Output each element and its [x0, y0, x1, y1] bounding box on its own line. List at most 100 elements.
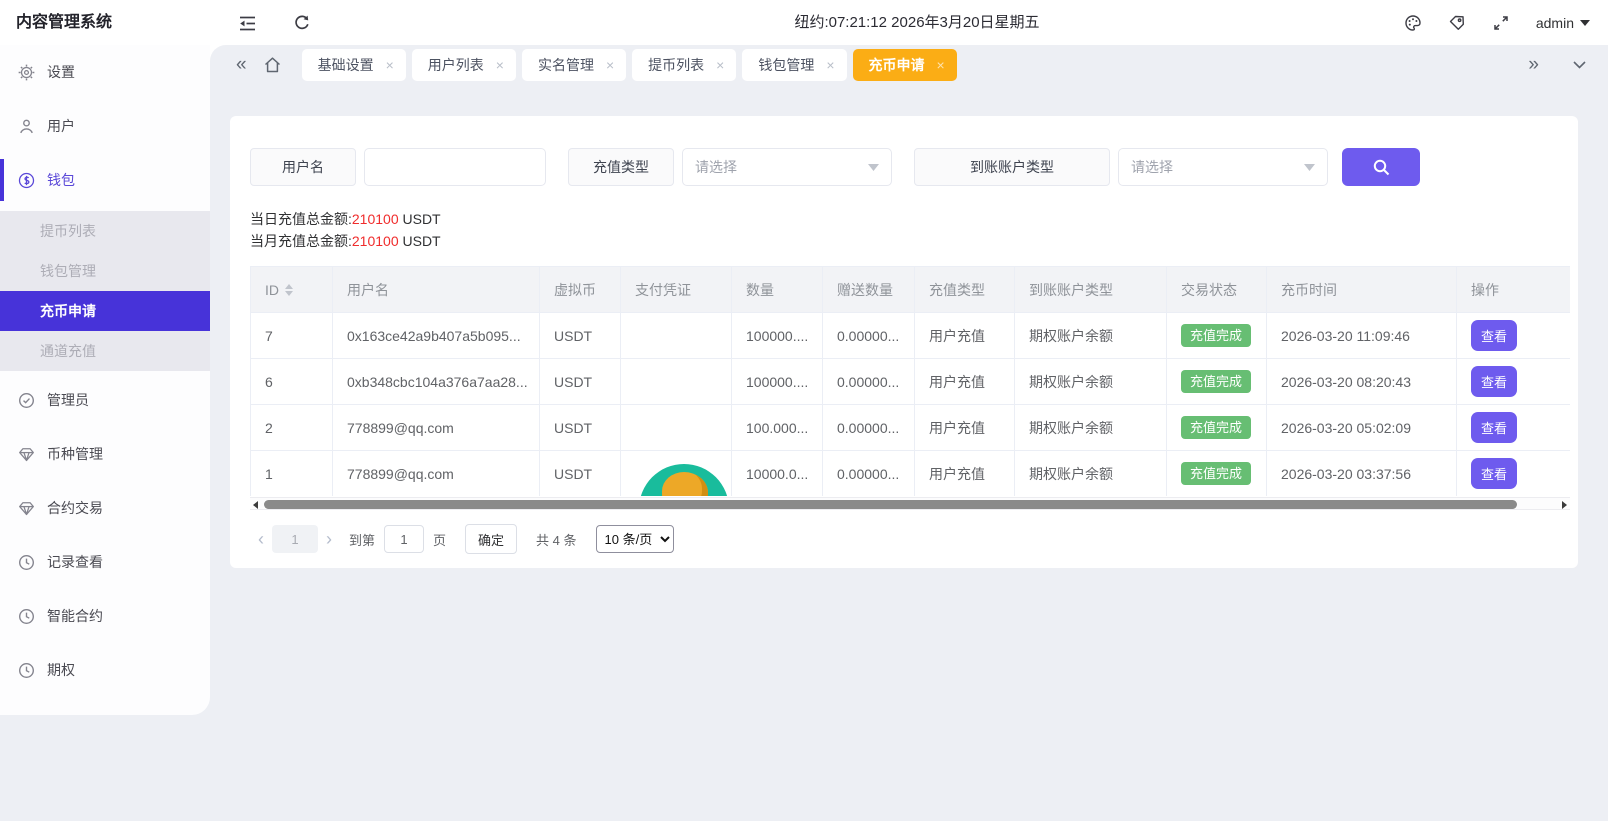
view-button[interactable]: 查看 [1471, 412, 1517, 443]
caret-down-icon [1304, 164, 1315, 171]
gear-icon [18, 64, 35, 81]
username-label: 用户名 [250, 148, 356, 186]
daily-total: 当日充值总金额:210100 USDT [250, 208, 1558, 230]
badge-check-icon [18, 392, 35, 409]
sidebar: 设置 用户 钱包 提币列表 钱包管理 充币申请 通道充值 管理员 [0, 45, 210, 715]
tab-basic-settings[interactable]: 基础设置 × [302, 49, 406, 81]
table-row: 6 0xb348cbc104a376a7aa28... USDT 100000.… [251, 359, 1571, 405]
current-page[interactable]: 1 [272, 525, 318, 553]
tab-wallet-manage[interactable]: 钱包管理 × [742, 49, 846, 81]
tabs-scroll-right-icon[interactable]: » [1522, 49, 1545, 81]
user-name: admin [1536, 15, 1574, 31]
tab-deposit-apply[interactable]: 充币申请 × [853, 49, 957, 81]
recharge-type-label: 充值类型 [568, 148, 674, 186]
col-username: 用户名 [333, 267, 540, 313]
close-icon[interactable]: × [716, 58, 724, 72]
view-button[interactable]: 查看 [1471, 458, 1517, 489]
home-icon[interactable] [253, 56, 292, 74]
app-title: 内容管理系统 [16, 0, 112, 45]
horizontal-scrollbar[interactable] [250, 497, 1570, 510]
prev-page-icon[interactable]: ‹ [250, 529, 272, 550]
clock-icon [18, 608, 35, 625]
sidebar-subitem-withdraw-list[interactable]: 提币列表 [0, 211, 210, 251]
goto-suffix: 页 [433, 530, 446, 549]
palette-icon[interactable] [1404, 14, 1422, 32]
sidebar-item-options[interactable]: 期权 [0, 643, 210, 697]
page-size-select[interactable]: 10 条/页 [596, 525, 674, 553]
account-type-label: 到账账户类型 [914, 148, 1110, 186]
tabbar: « 基础设置 × 用户列表 × 实名管理 × 提币列表 × 钱包管理 × 充币申… [230, 49, 1592, 81]
sidebar-item-record-view[interactable]: 记录查看 [0, 535, 210, 589]
sidebar-item-label: 设置 [47, 62, 75, 82]
sidebar-subitem-deposit-apply[interactable]: 充币申请 [0, 291, 210, 331]
payment-proof-image[interactable] [639, 464, 729, 496]
table-row: 7 0x163ce42a9b407a5b095... USDT 100000..… [251, 313, 1571, 359]
status-badge: 充值完成 [1181, 462, 1251, 485]
close-icon[interactable]: × [496, 58, 504, 72]
caret-down-icon [868, 164, 879, 171]
status-badge: 充值完成 [1181, 416, 1251, 439]
recharge-type-select[interactable]: 请选择 [682, 148, 892, 186]
sidebar-subitem-wallet-manage[interactable]: 钱包管理 [0, 251, 210, 291]
search-icon [1372, 158, 1391, 177]
tag-icon[interactable] [1448, 14, 1466, 32]
content-card: 用户名 充值类型 请选择 到账账户类型 请选择 当日充值总金额:210100 U… [230, 116, 1578, 568]
goto-prefix: 到第 [349, 530, 375, 549]
confirm-button[interactable]: 确定 [465, 524, 517, 554]
tab-withdraw-list[interactable]: 提币列表 × [632, 49, 736, 81]
col-time: 充币时间 [1267, 267, 1457, 313]
view-button[interactable]: 查看 [1471, 320, 1517, 351]
close-icon[interactable]: × [826, 58, 834, 72]
col-gift: 赠送数量 [823, 267, 915, 313]
goto-page-input[interactable] [384, 525, 424, 553]
dollar-circle-icon [18, 172, 35, 189]
table-row: 2 778899@qq.com USDT 100.000... 0.00000.… [251, 405, 1571, 451]
tabs-scroll-left-icon[interactable]: « [230, 49, 253, 81]
refresh-icon[interactable] [291, 12, 313, 34]
gem-icon [18, 446, 35, 463]
wallet-submenu: 提币列表 钱包管理 充币申请 通道充值 [0, 211, 210, 371]
user-menu[interactable]: admin [1536, 15, 1590, 31]
sidebar-item-label: 管理员 [47, 390, 89, 410]
monthly-total-value: 210100 [352, 233, 399, 249]
account-type-select[interactable]: 请选择 [1118, 148, 1328, 186]
fullscreen-icon[interactable] [1492, 14, 1510, 32]
view-button[interactable]: 查看 [1471, 366, 1517, 397]
sidebar-item-users[interactable]: 用户 [0, 99, 210, 153]
sidebar-subitem-channel-recharge[interactable]: 通道充值 [0, 331, 210, 371]
tabs-menu-chevron-icon[interactable] [1567, 61, 1592, 69]
pagination: ‹ 1 › 到第 页 确定 共 4 条 10 条/页 [250, 524, 1558, 554]
user-icon [18, 118, 35, 135]
sidebar-item-label: 币种管理 [47, 444, 103, 464]
sidebar-item-contract-trade[interactable]: 合约交易 [0, 481, 210, 535]
scroll-right-arrow-icon[interactable] [1562, 501, 1567, 509]
clock-icon [18, 554, 35, 571]
sidebar-item-settings[interactable]: 设置 [0, 45, 210, 99]
scroll-left-arrow-icon[interactable] [253, 501, 258, 509]
col-amount: 数量 [732, 267, 823, 313]
close-icon[interactable]: × [386, 58, 394, 72]
close-icon[interactable]: × [937, 58, 945, 72]
sidebar-item-admin[interactable]: 管理员 [0, 373, 210, 427]
tab-user-list[interactable]: 用户列表 × [412, 49, 516, 81]
table-header-row: ID 用户名 虚拟币 支付凭证 数量 赠送数量 充值类型 到账账户类型 交易状态… [251, 267, 1571, 313]
sidebar-item-wallet[interactable]: 钱包 [0, 153, 210, 207]
scrollbar-thumb[interactable] [264, 500, 1517, 509]
sidebar-item-smart-contract[interactable]: 智能合约 [0, 589, 210, 643]
status-badge: 充值完成 [1181, 370, 1251, 393]
clock-icon [18, 662, 35, 679]
collapse-menu-icon[interactable] [236, 12, 258, 34]
filter-bar: 用户名 充值类型 请选择 到账账户类型 请选择 [250, 148, 1558, 186]
username-input[interactable] [364, 148, 546, 186]
col-id[interactable]: ID [251, 267, 333, 313]
tab-kyc-manage[interactable]: 实名管理 × [522, 49, 626, 81]
monthly-total: 当月充值总金额:210100 USDT [250, 230, 1558, 252]
sidebar-item-coin-manage[interactable]: 币种管理 [0, 427, 210, 481]
sort-icon[interactable] [285, 284, 293, 296]
caret-down-icon [1580, 20, 1590, 26]
next-page-icon[interactable]: › [318, 529, 340, 550]
close-icon[interactable]: × [606, 58, 614, 72]
status-badge: 充值完成 [1181, 324, 1251, 347]
top-header: 内容管理系统 纽约:07:21:12 2026年3月20日星期五 [0, 0, 1608, 45]
search-button[interactable] [1342, 148, 1420, 186]
